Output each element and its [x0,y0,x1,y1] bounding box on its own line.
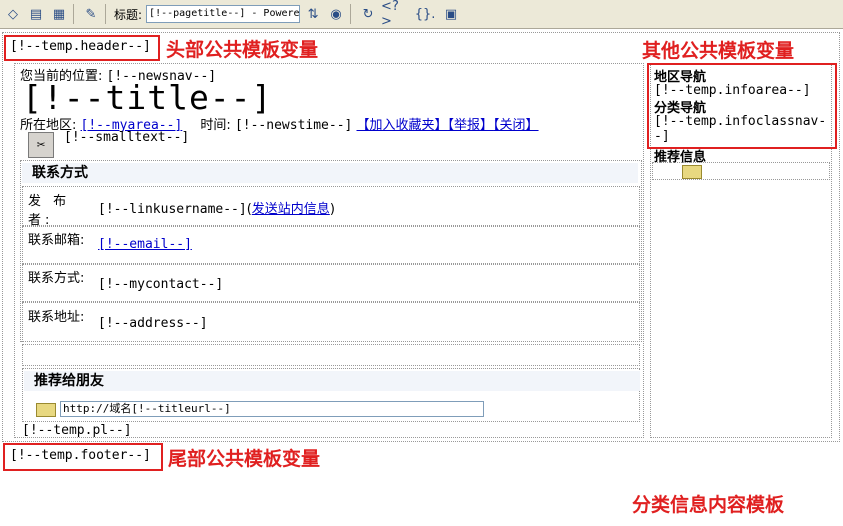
footer-var-label: 尾部公共模板变量 [168,448,321,470]
toolbar-separator [105,4,106,24]
title-variable: [!--title--] [22,78,273,117]
publisher-label: 发 布 者: [28,194,71,228]
design-view-icon[interactable]: ▦ [49,4,69,24]
preview-browser-icon[interactable]: ◉ [326,4,346,24]
toolbar-separator [73,4,74,24]
close-link[interactable]: 【关闭】 [493,118,539,133]
spacer-row [22,344,640,366]
contact-label: 联系方式: [28,271,85,286]
publisher-value: [!--linkusername--](发送站内信息) [98,198,335,217]
editor-toolbar: ◇ ▤ ▦ ✎ 标题: [!--pagetitle--] - Powere ⇅ … [0,0,843,29]
recommend-url-input[interactable]: http://域名[!--titleurl--] [60,401,484,417]
view-options-icon[interactable]: ▣ [441,4,461,24]
toolbar-separator [350,4,352,24]
contact-section-header: 联系方式 [22,163,638,183]
send-message-link[interactable]: 发送站内信息 [252,202,330,217]
book-icon [682,165,702,179]
mycontact-variable: [!--mycontact--] [98,277,224,292]
code-tag-icon[interactable]: <?> [381,0,409,29]
refresh-icon[interactable]: ↻ [358,4,378,24]
header-var-label: 头部公共模板变量 [166,39,319,61]
address-variable: [!--address--] [98,316,208,331]
recommend-info-row [652,162,830,180]
newstime-variable: [!--newstime--] [234,118,353,133]
pl-variable: [!--temp.pl--] [22,423,132,438]
smalltext-variable: [!--smalltext--] [64,130,190,145]
image-placeholder-icon: ✂ [28,132,54,158]
email-label: 联系邮箱: [28,233,85,248]
infoarea-variable: [!--temp.infoarea--] [654,83,811,98]
title-input[interactable]: [!--pagetitle--] - Powere [146,5,301,23]
header-template-variable: [!--temp.header--] [10,39,151,54]
content-template-label: 分类信息内容模板 [632,494,785,516]
paren-close: ) [329,202,335,217]
footer-template-variable: [!--temp.footer--] [10,448,151,463]
linkusername-variable: [!--linkusername--] [98,202,247,217]
report-link[interactable]: 【举报】 [448,118,494,133]
recommend-section-header: 推荐给朋友 [24,371,640,391]
favorite-link[interactable]: 【加入收藏夹】 [357,118,448,133]
infoclassnav-variable: [!--temp.infoclassnav--] [654,114,827,144]
title-label: 标题: [114,7,143,22]
address-label: 联系地址: [28,310,85,325]
file-management-icon[interactable]: ⇅ [303,4,323,24]
split-view-icon[interactable]: ▤ [26,4,46,24]
other-var-label: 其他公共模板变量 [642,40,795,62]
email-link[interactable]: [!--email--] [98,237,192,252]
book-icon [36,403,56,417]
code-view-icon[interactable]: ◇ [3,4,23,24]
braces-icon[interactable]: {}. [412,4,438,24]
time-label: 时间: [200,118,231,133]
live-view-icon[interactable]: ✎ [81,4,101,24]
